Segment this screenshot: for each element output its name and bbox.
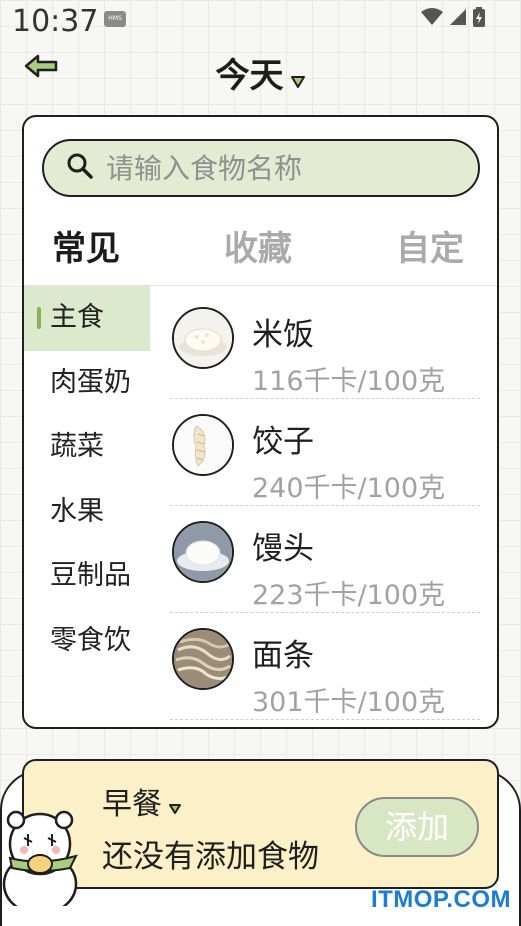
hms-badge: HMS [104, 11, 126, 27]
category-label: 蔬菜 [50, 431, 104, 462]
category-list: 主食 肉蛋奶 蔬菜 水果 豆制品 零食饮 [24, 286, 150, 726]
food-item[interactable]: 面条 301千卡/100克 [170, 616, 480, 723]
status-time: 10:37 [12, 4, 99, 39]
top-bar: 今天 [0, 44, 521, 96]
category-snacks-drinks[interactable]: 零食饮 [24, 609, 150, 674]
steamed-bun-image [172, 521, 234, 583]
page-title: 今天 [215, 56, 284, 96]
tab-favorites[interactable]: 收藏 [224, 221, 292, 270]
rice-image [172, 307, 234, 369]
category-label: 水果 [50, 495, 104, 527]
food-picker-panel: 常见 收藏 自定 主食 肉蛋奶 蔬菜 水果 豆制品 零食饮 米饭 116千卡/1… [22, 115, 499, 729]
noodles-image [172, 628, 234, 690]
category-meat-egg-dairy[interactable]: 肉蛋奶 [24, 351, 150, 416]
signal-icon [449, 8, 467, 30]
status-bar: 10:37 HMS [0, 0, 521, 44]
food-list: 米饭 116千卡/100克 饺子 240千卡/100克 馒头 223千卡/100… [170, 295, 480, 723]
category-vegetables[interactable]: 蔬菜 [24, 415, 150, 480]
search-icon [66, 152, 94, 184]
food-item[interactable]: 馒头 223千卡/100克 [170, 509, 480, 616]
tab-custom[interactable]: 自定 [396, 221, 464, 270]
meal-title: 早餐 [102, 787, 162, 822]
food-calories: 116千卡/100克 [252, 366, 446, 397]
meal-selector[interactable]: 早餐 [102, 779, 182, 823]
divider [170, 398, 480, 399]
food-name: 饺子 [252, 424, 314, 460]
triangle-down-icon [168, 788, 182, 823]
dumplings-image [172, 414, 234, 476]
add-button[interactable]: 添加 [355, 797, 479, 857]
date-selector[interactable]: 今天 [0, 48, 521, 98]
food-calories: 240千卡/100克 [252, 473, 446, 504]
category-soy-products[interactable]: 豆制品 [24, 544, 150, 609]
battery-charging-icon [473, 7, 485, 31]
divider [170, 505, 480, 506]
divider [170, 719, 480, 720]
active-indicator [37, 307, 41, 329]
meal-card: 早餐 还没有添加食物 添加 [22, 759, 499, 889]
status-icons [421, 7, 485, 31]
food-item[interactable]: 米饭 116千卡/100克 [170, 295, 480, 402]
search-bar[interactable] [42, 139, 480, 197]
food-calories: 301千卡/100克 [252, 687, 446, 718]
food-name: 面条 [252, 638, 314, 674]
food-item[interactable]: 饺子 240千卡/100克 [170, 402, 480, 509]
category-label: 肉蛋奶 [50, 366, 131, 398]
watermark-text: ITMOP.COM [370, 886, 511, 913]
tab-bar: 常见 收藏 自定 [24, 213, 497, 277]
meal-empty-text: 还没有添加食物 [102, 839, 319, 875]
food-name: 米饭 [252, 317, 314, 353]
search-input[interactable] [106, 151, 446, 185]
food-calories: 223千卡/100克 [252, 580, 446, 611]
polar-bear-mascot [0, 806, 90, 916]
category-fruit[interactable]: 水果 [24, 480, 150, 545]
category-label: 零食饮 [50, 624, 131, 656]
triangle-down-icon [290, 58, 306, 98]
category-staple[interactable]: 主食 [24, 286, 150, 351]
divider [170, 612, 480, 613]
food-name: 馒头 [252, 531, 314, 567]
wifi-icon [421, 8, 443, 30]
tab-common[interactable]: 常见 [46, 221, 126, 270]
category-label: 主食 [50, 302, 104, 333]
category-label: 豆制品 [50, 560, 131, 591]
